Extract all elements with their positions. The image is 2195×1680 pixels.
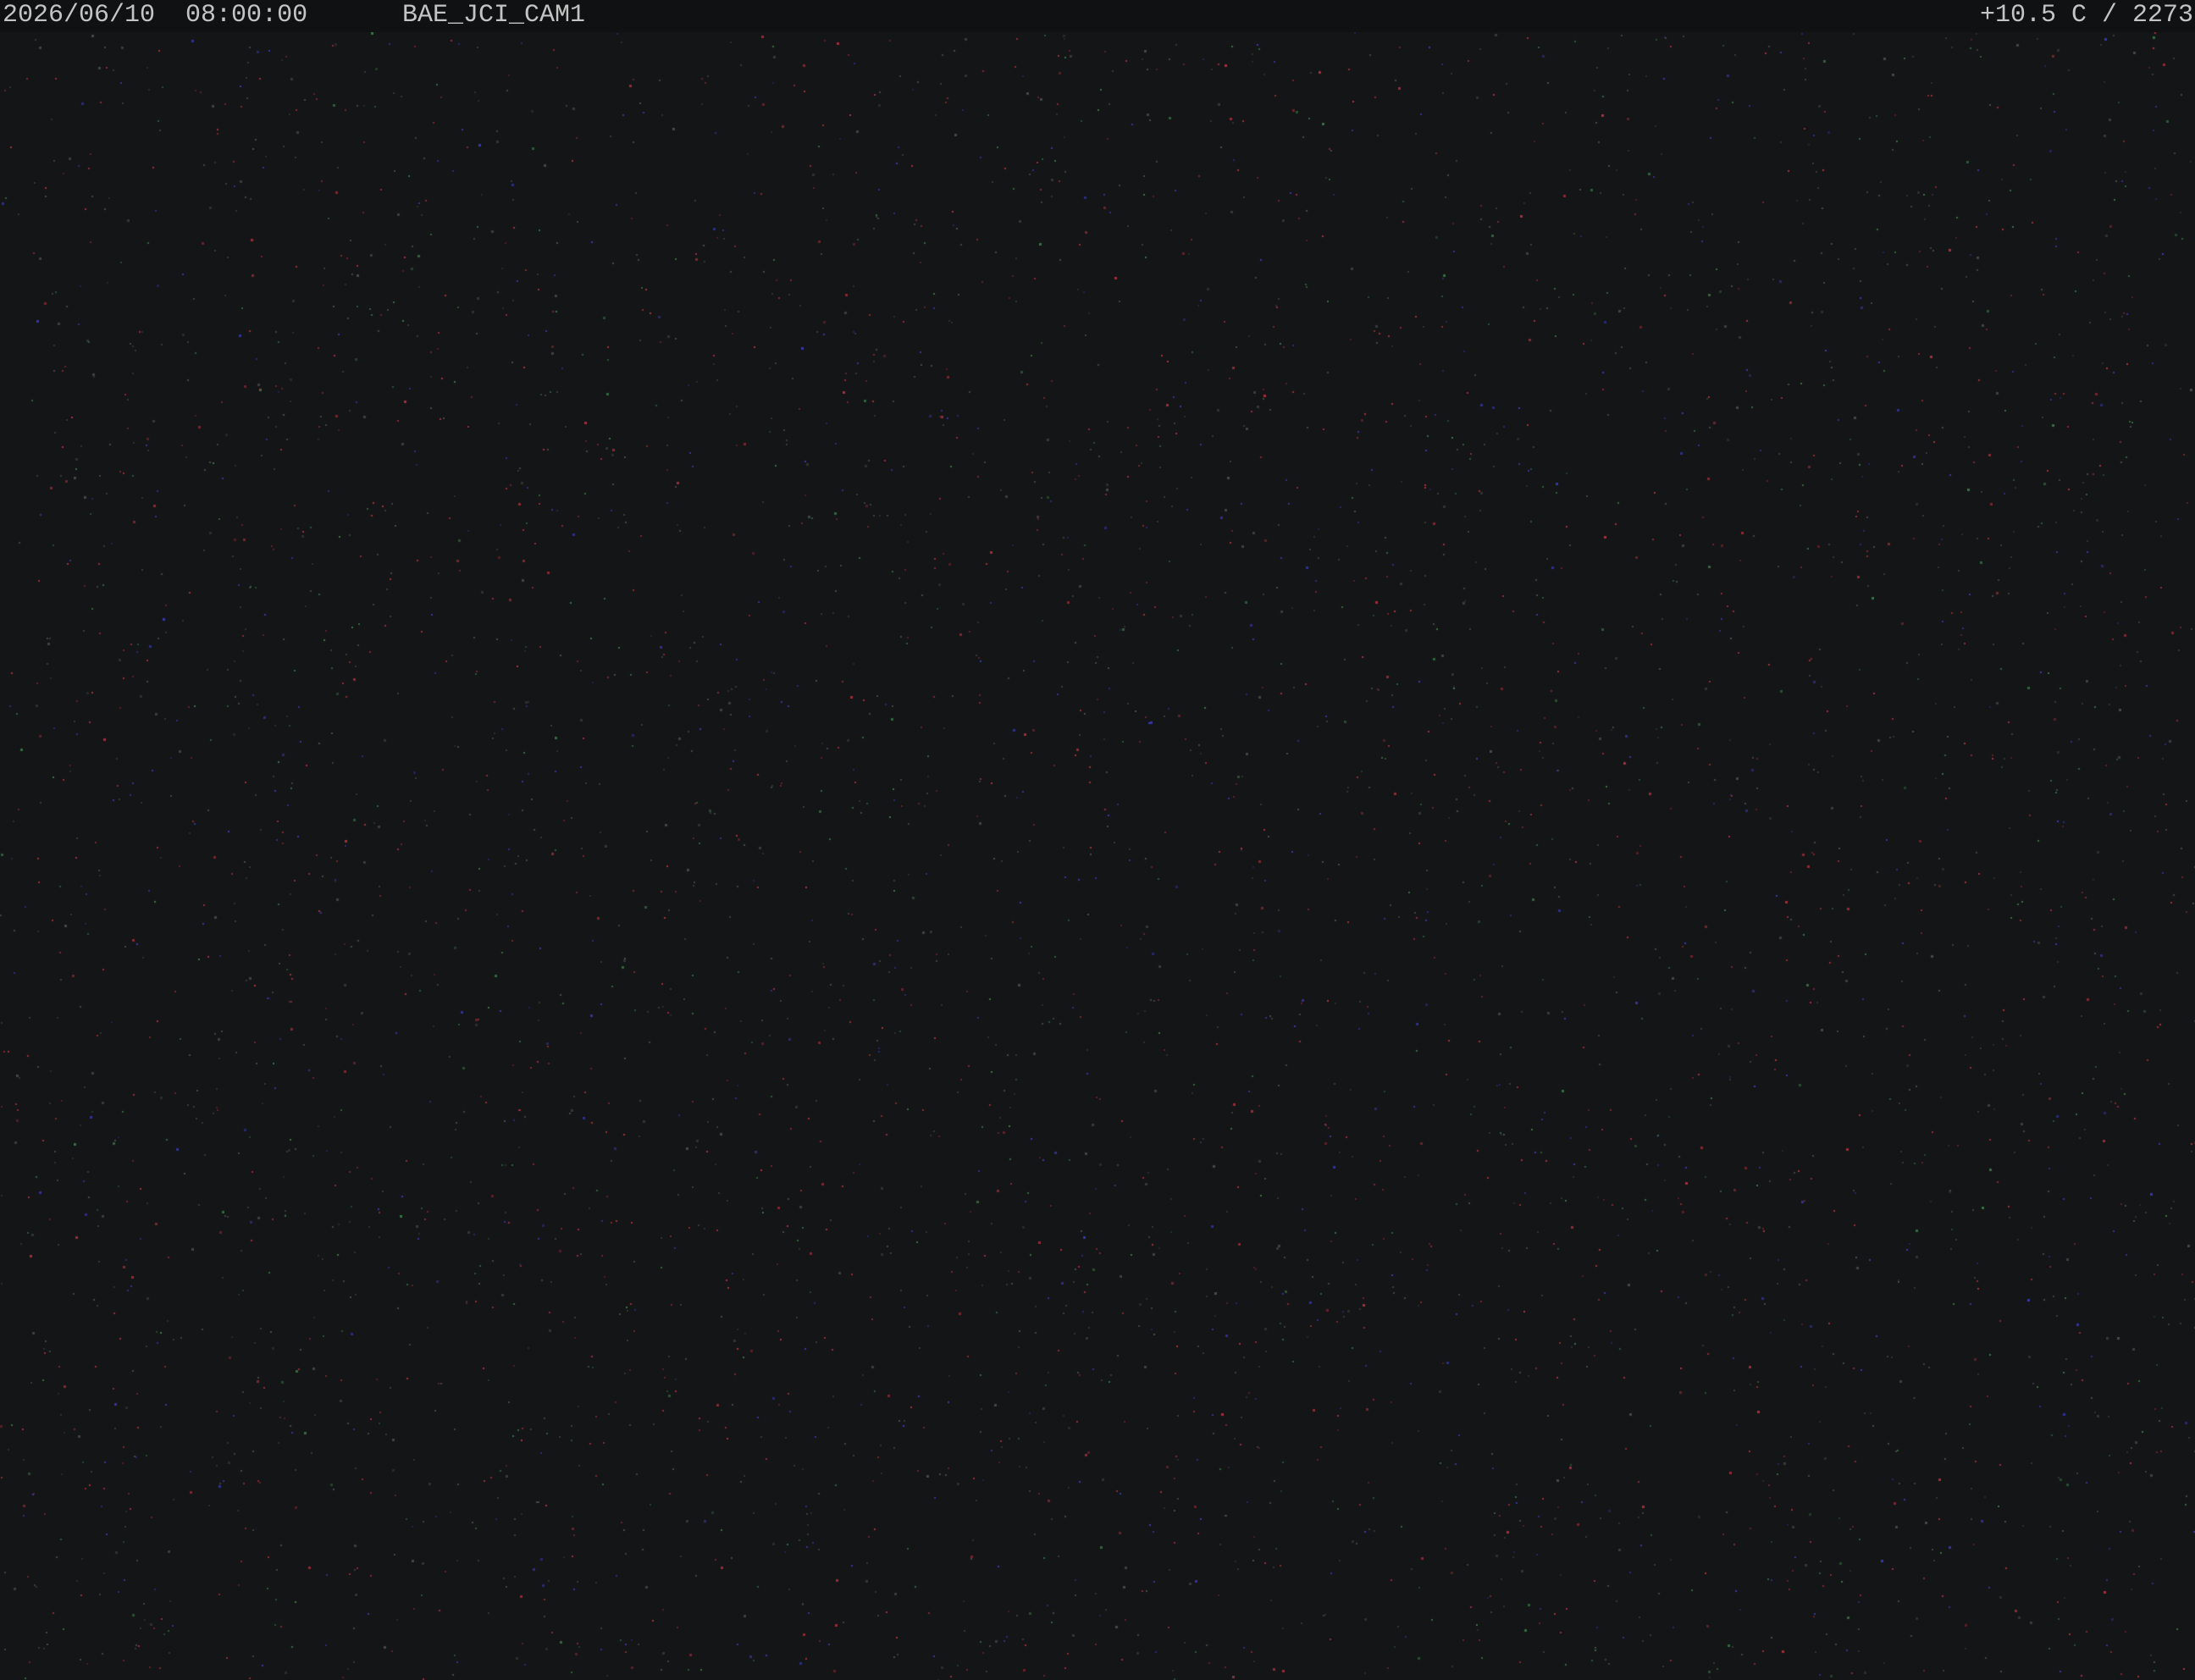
camera-frame: 2026/06/10 08:00:00 BAE_JCI_CAM1 +10.5 C…	[0, 0, 2195, 1680]
time-label: 08:00:00	[185, 1, 308, 30]
sensor-readout-label: +10.5 C / 2273	[1979, 1, 2193, 30]
sensor-noise-image	[0, 32, 2195, 1680]
camera-overlay-bar: 2026/06/10 08:00:00 BAE_JCI_CAM1 +10.5 C…	[0, 0, 2195, 32]
timestamp-label: 2026/06/10 08:00:00	[3, 0, 307, 30]
date-label: 2026/06/10	[3, 1, 156, 30]
camera-id-label: BAE_JCI_CAM1	[402, 1, 586, 30]
